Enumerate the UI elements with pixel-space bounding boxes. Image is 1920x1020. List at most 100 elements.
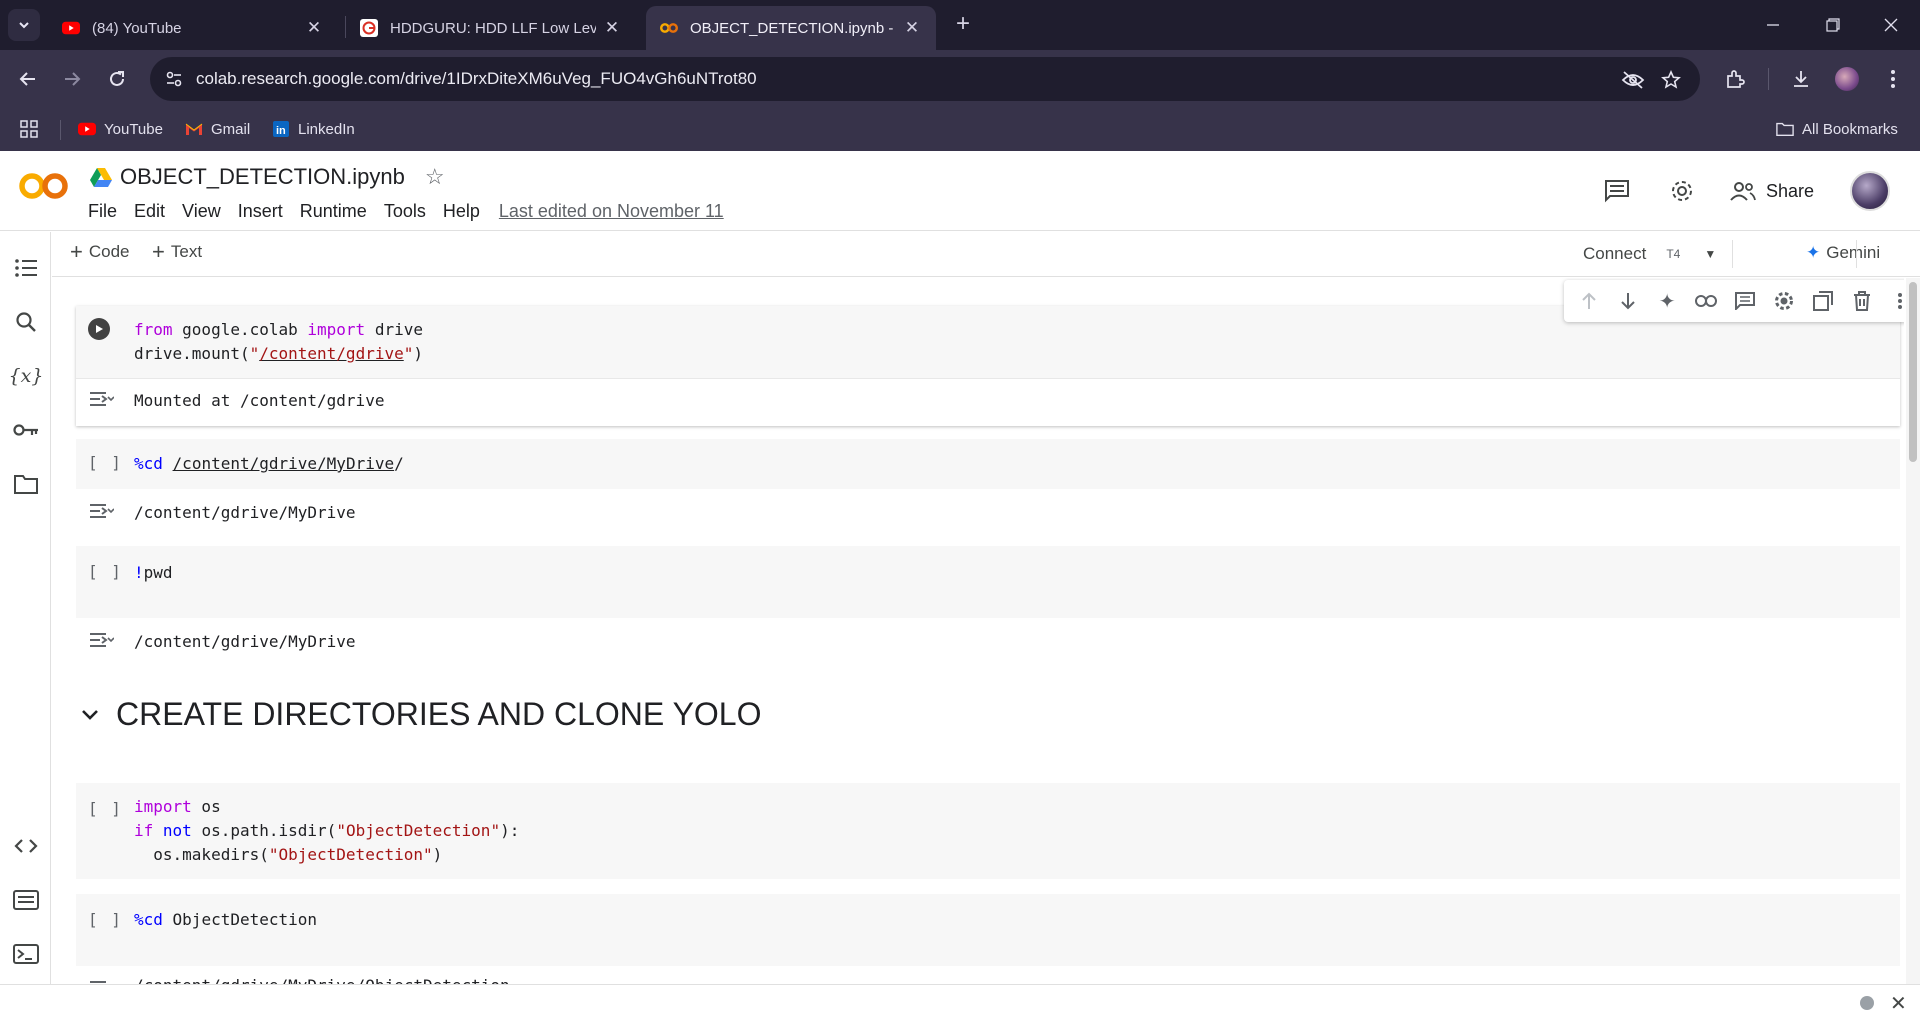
people-icon — [1730, 182, 1756, 201]
back-icon[interactable] — [13, 64, 43, 94]
address-bar[interactable]: colab.research.google.com/drive/1IDrxDit… — [150, 57, 1700, 101]
sparkle-icon[interactable]: ✦ — [1653, 287, 1681, 315]
link-icon[interactable] — [1692, 287, 1720, 315]
run-cell-bracket[interactable]: [ ] — [88, 562, 123, 581]
search-icon[interactable] — [10, 306, 42, 338]
code-text[interactable]: %cd /content/gdrive/MyDrive/ — [134, 452, 404, 476]
notebook-name[interactable]: OBJECT_DETECTION.ipynb — [120, 164, 405, 190]
star-icon[interactable]: ☆ — [425, 164, 445, 190]
run-cell-bracket[interactable]: [ ] — [88, 910, 123, 929]
youtube-icon — [78, 120, 96, 138]
notebook-title: OBJECT_DETECTION.ipynb ☆ — [90, 164, 445, 190]
menu-tools[interactable]: Tools — [384, 201, 426, 222]
mirror-cell-icon[interactable] — [1809, 287, 1837, 315]
avatar[interactable] — [1850, 171, 1890, 211]
output-toggle-icon[interactable] — [88, 630, 114, 650]
close-tab-icon[interactable]: ✕ — [902, 18, 922, 38]
gemini-button[interactable]: ✦ Gemini — [1806, 243, 1880, 263]
code-cell[interactable]: [ ] !pwd — [76, 546, 1900, 618]
extensions-icon[interactable] — [1720, 64, 1750, 94]
command-palette-icon[interactable] — [10, 884, 42, 916]
chevron-down-icon[interactable] — [76, 701, 104, 729]
variables-icon[interactable]: {x} — [9, 360, 44, 392]
more-vert-icon[interactable] — [1886, 287, 1904, 315]
arrow-up-icon[interactable] — [1575, 287, 1603, 315]
tab-youtube[interactable]: (84) YouTube ✕ — [48, 6, 338, 50]
colab-logo[interactable] — [18, 171, 70, 206]
menu-view[interactable]: View — [182, 201, 221, 222]
plus-icon: + — [152, 239, 165, 264]
bookmark-youtube[interactable]: YouTube — [78, 116, 163, 142]
all-bookmarks[interactable]: All Bookmarks — [1776, 116, 1898, 142]
run-cell-bracket[interactable]: [ ] — [88, 799, 123, 818]
menu-file[interactable]: File — [88, 201, 117, 222]
tab-search-button[interactable] — [8, 9, 40, 41]
run-cell-bracket[interactable]: [ ] — [88, 453, 123, 472]
scrollbar-thumb[interactable] — [1909, 282, 1917, 462]
comment-icon[interactable] — [1601, 175, 1633, 207]
more-vert-icon[interactable] — [1878, 64, 1908, 94]
notebook-scrollbar[interactable] — [1906, 278, 1920, 984]
caret-down-icon[interactable]: ▼ — [1704, 247, 1716, 261]
key-icon[interactable] — [10, 414, 42, 446]
reload-icon[interactable] — [102, 64, 132, 94]
profile-avatar-icon[interactable] — [1832, 64, 1862, 94]
status-indicator[interactable] — [1860, 996, 1874, 1010]
gear-icon[interactable] — [1770, 287, 1798, 315]
code-text[interactable]: %cd ObjectDetection — [134, 908, 317, 932]
run-cell-button[interactable] — [88, 318, 110, 340]
tab-colab[interactable]: OBJECT_DETECTION.ipynb - Col ✕ — [646, 6, 936, 50]
add-text-button[interactable]: + Text — [152, 239, 202, 264]
delete-icon[interactable] — [1848, 287, 1876, 315]
eye-off-icon[interactable] — [1620, 67, 1646, 93]
plus-icon: + — [70, 239, 83, 264]
table-of-contents-icon[interactable] — [10, 252, 42, 284]
connect-button[interactable]: Connect T4 ▼ — [1583, 244, 1716, 264]
bookmark-linkedin[interactable]: in LinkedIn — [272, 116, 355, 142]
apps-grid-icon[interactable] — [20, 116, 38, 142]
close-tab-icon[interactable]: ✕ — [304, 18, 324, 38]
cell-output: /content/gdrive/MyDrive — [76, 618, 1900, 666]
share-button[interactable]: Share — [1730, 171, 1814, 211]
close-tab-icon[interactable]: ✕ — [602, 18, 622, 38]
menu-insert[interactable]: Insert — [238, 201, 283, 222]
output-toggle-icon[interactable] — [88, 389, 114, 409]
add-code-button[interactable]: + Code — [70, 239, 130, 264]
arrow-down-icon[interactable] — [1614, 287, 1642, 315]
connect-label: Connect — [1583, 244, 1647, 263]
menu-bar: File Edit View Insert Runtime Tools Help… — [88, 201, 724, 222]
menu-runtime[interactable]: Runtime — [300, 201, 367, 222]
section-header[interactable]: CREATE DIRECTORIES AND CLONE YOLO — [76, 696, 761, 733]
minimize-icon[interactable] — [1758, 10, 1788, 40]
code-cell[interactable]: [ ] %cd ObjectDetection — [76, 894, 1900, 966]
restore-icon[interactable] — [1818, 10, 1848, 40]
menu-edit[interactable]: Edit — [134, 201, 165, 222]
new-tab-button[interactable]: + — [950, 12, 976, 38]
folder-icon[interactable] — [10, 468, 42, 500]
last-edited-link[interactable]: Last edited on November 11 — [499, 201, 724, 222]
code-text[interactable]: import os if not os.path.isdir("ObjectDe… — [134, 795, 519, 867]
code-text[interactable]: from google.colab import drive drive.mou… — [134, 318, 423, 366]
output-toggle-icon[interactable] — [88, 501, 114, 521]
code-text[interactable]: !pwd — [134, 561, 173, 585]
output-text: /content/gdrive/MyDrive — [134, 503, 356, 522]
close-icon[interactable]: ✕ — [1890, 991, 1907, 1016]
menu-help[interactable]: Help — [443, 201, 480, 222]
bookmark-star-icon[interactable] — [1658, 67, 1684, 93]
download-icon[interactable] — [1786, 64, 1816, 94]
share-label: Share — [1766, 180, 1815, 201]
close-window-icon[interactable] — [1876, 10, 1906, 40]
terminal-icon[interactable] — [10, 938, 42, 970]
gmail-icon — [185, 120, 203, 138]
code-cell[interactable]: [ ] import os if not os.path.isdir("Obje… — [76, 783, 1900, 879]
code-cell[interactable]: from google.colab import drive drive.mou… — [76, 280, 1904, 426]
google-drive-icon[interactable] — [90, 167, 112, 187]
comment-icon[interactable] — [1731, 287, 1759, 315]
forward-icon[interactable] — [57, 64, 87, 94]
bookmark-gmail[interactable]: Gmail — [185, 116, 250, 142]
code-snippets-icon[interactable] — [10, 830, 42, 862]
gear-icon[interactable] — [1666, 175, 1698, 207]
tab-hddguru[interactable]: HDDGURU: HDD LLF Low Level ✕ — [346, 6, 636, 50]
code-cell[interactable]: [ ] %cd /content/gdrive/MyDrive/ — [76, 439, 1900, 489]
site-info-icon[interactable] — [164, 69, 184, 89]
